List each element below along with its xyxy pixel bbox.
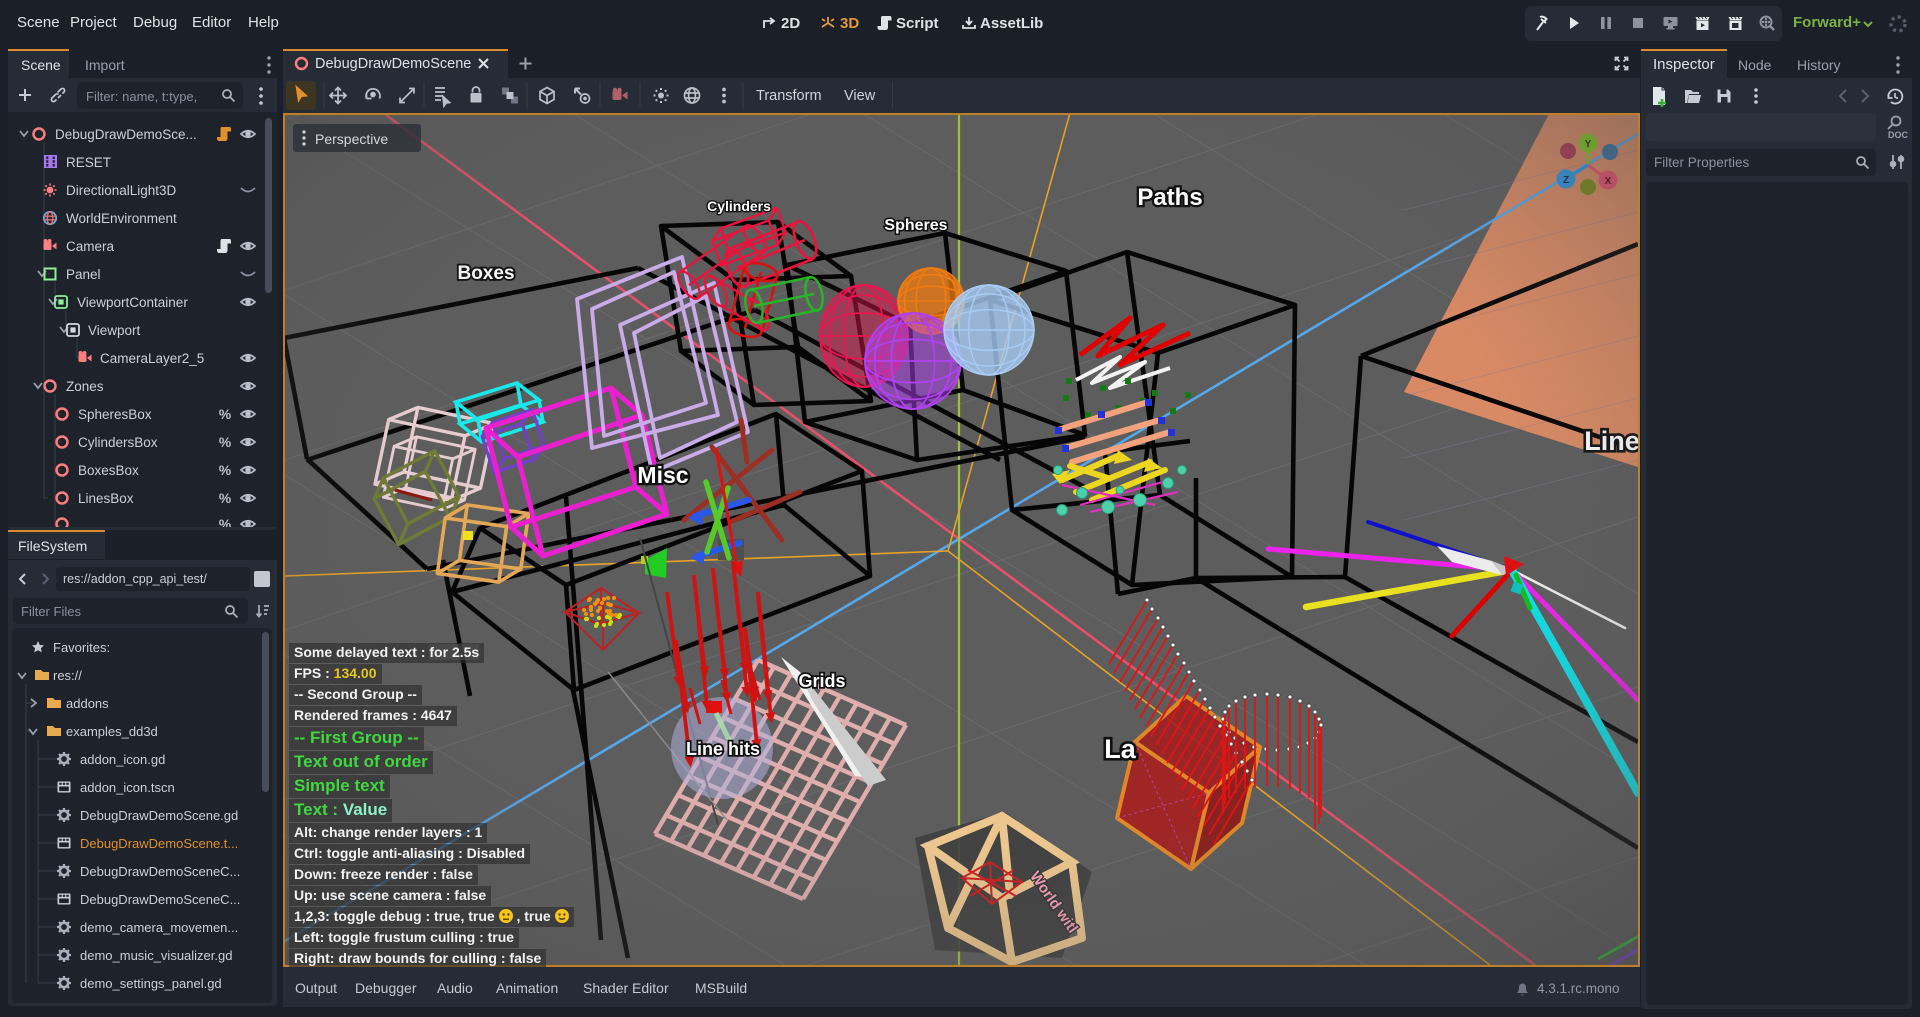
svg-text:Camera: Camera: [66, 239, 115, 254]
svg-text:RESET: RESET: [66, 155, 111, 170]
svg-text:%: %: [219, 406, 232, 422]
svg-text:CylindersBox: CylindersBox: [78, 435, 158, 450]
svg-text:%: %: [219, 434, 232, 450]
svg-text:DebugDrawDemoSceneC...: DebugDrawDemoSceneC...: [80, 864, 240, 879]
svg-text:DebugDrawDemoScene.gd: DebugDrawDemoScene.gd: [80, 808, 238, 823]
svg-text:demo_camera_movemen...: demo_camera_movemen...: [80, 920, 238, 935]
svg-text:ViewportContainer: ViewportContainer: [77, 295, 188, 310]
svg-text:Favorites:: Favorites:: [53, 640, 110, 655]
svg-text:Viewport: Viewport: [88, 323, 141, 338]
svg-text:addon_icon.tscn: addon_icon.tscn: [80, 780, 175, 795]
svg-text:DirectionalLight3D: DirectionalLight3D: [66, 183, 177, 198]
svg-text:DebugDrawDemoSce...: DebugDrawDemoSce...: [55, 127, 197, 142]
svg-text:res://: res://: [53, 668, 82, 683]
svg-text:addons: addons: [66, 696, 109, 711]
svg-text:addon_icon.gd: addon_icon.gd: [80, 752, 165, 767]
svg-text:examples_dd3d: examples_dd3d: [66, 724, 158, 739]
svg-text:LinesBox: LinesBox: [78, 491, 134, 506]
svg-text:%: %: [219, 516, 232, 527]
svg-text:demo_music_visualizer.gd: demo_music_visualizer.gd: [80, 948, 232, 963]
svg-text:Panel: Panel: [66, 267, 101, 282]
svg-text:CameraLayer2_5: CameraLayer2_5: [100, 351, 204, 366]
svg-text:%: %: [219, 462, 232, 478]
svg-text:DebugDrawDemoSceneC...: DebugDrawDemoSceneC...: [80, 892, 240, 907]
svg-text:WorldEnvironment: WorldEnvironment: [66, 211, 177, 226]
svg-text:demo_settings_panel.gd: demo_settings_panel.gd: [80, 976, 222, 991]
svg-text:DOC: DOC: [1888, 130, 1909, 140]
svg-text:BoxesBox: BoxesBox: [78, 463, 139, 478]
svg-text:%: %: [219, 490, 232, 506]
svg-text:SpheresBox: SpheresBox: [78, 407, 152, 422]
svg-text:Zones: Zones: [66, 379, 104, 394]
svg-text:DebugDrawDemoScene.t...: DebugDrawDemoScene.t...: [80, 836, 238, 851]
